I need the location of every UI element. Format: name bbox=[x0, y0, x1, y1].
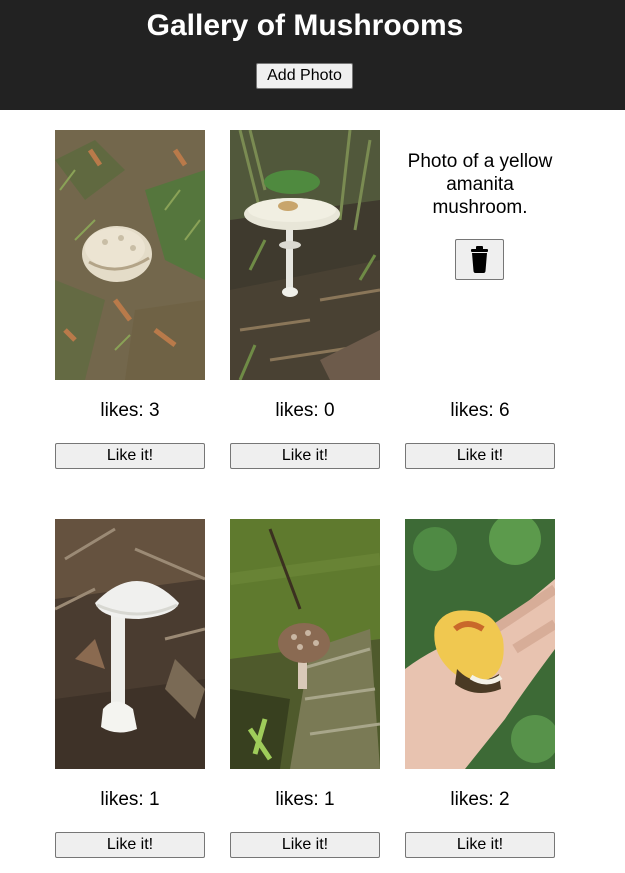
mushroom-photo[interactable] bbox=[230, 519, 380, 769]
trash-icon bbox=[471, 246, 488, 273]
mushroom-photo[interactable] bbox=[230, 130, 380, 380]
gallery-card: likes: 1 Like it! bbox=[230, 519, 380, 859]
gallery-card: Photo of a yellow amanita mushroom. like… bbox=[405, 130, 555, 470]
page-title: Gallery of Mushrooms bbox=[146, 9, 464, 42]
likes-count: likes: 3 bbox=[100, 400, 160, 421]
photo-caption: Photo of a yellow amanita mushroom. bbox=[407, 151, 553, 218]
like-button[interactable]: Like it! bbox=[405, 443, 555, 469]
add-photo-button[interactable]: Add Photo bbox=[256, 63, 353, 89]
likes-count: likes: 1 bbox=[275, 789, 335, 810]
delete-photo-button[interactable] bbox=[455, 239, 504, 280]
like-button[interactable]: Like it! bbox=[405, 832, 555, 858]
like-button[interactable]: Like it! bbox=[55, 832, 205, 858]
like-button[interactable]: Like it! bbox=[55, 443, 205, 469]
gallery-card: likes: 2 Like it! bbox=[405, 519, 555, 859]
like-button[interactable]: Like it! bbox=[230, 443, 380, 469]
like-button[interactable]: Like it! bbox=[230, 832, 380, 858]
photo-caption-block: Photo of a yellow amanita mushroom. bbox=[405, 130, 555, 380]
mushroom-photo[interactable] bbox=[55, 519, 205, 769]
gallery-card: likes: 0 Like it! bbox=[230, 130, 380, 470]
likes-count: likes: 2 bbox=[450, 789, 510, 810]
gallery-card: likes: 3 Like it! bbox=[55, 130, 205, 470]
likes-count: likes: 6 bbox=[450, 400, 510, 421]
mushroom-photo[interactable] bbox=[405, 519, 555, 769]
mushroom-photo[interactable] bbox=[55, 130, 205, 380]
likes-count: likes: 0 bbox=[275, 400, 335, 421]
likes-count: likes: 1 bbox=[100, 789, 160, 810]
gallery-card: likes: 1 Like it! bbox=[55, 519, 205, 859]
page-header: Gallery of Mushrooms Add Photo bbox=[0, 0, 625, 110]
